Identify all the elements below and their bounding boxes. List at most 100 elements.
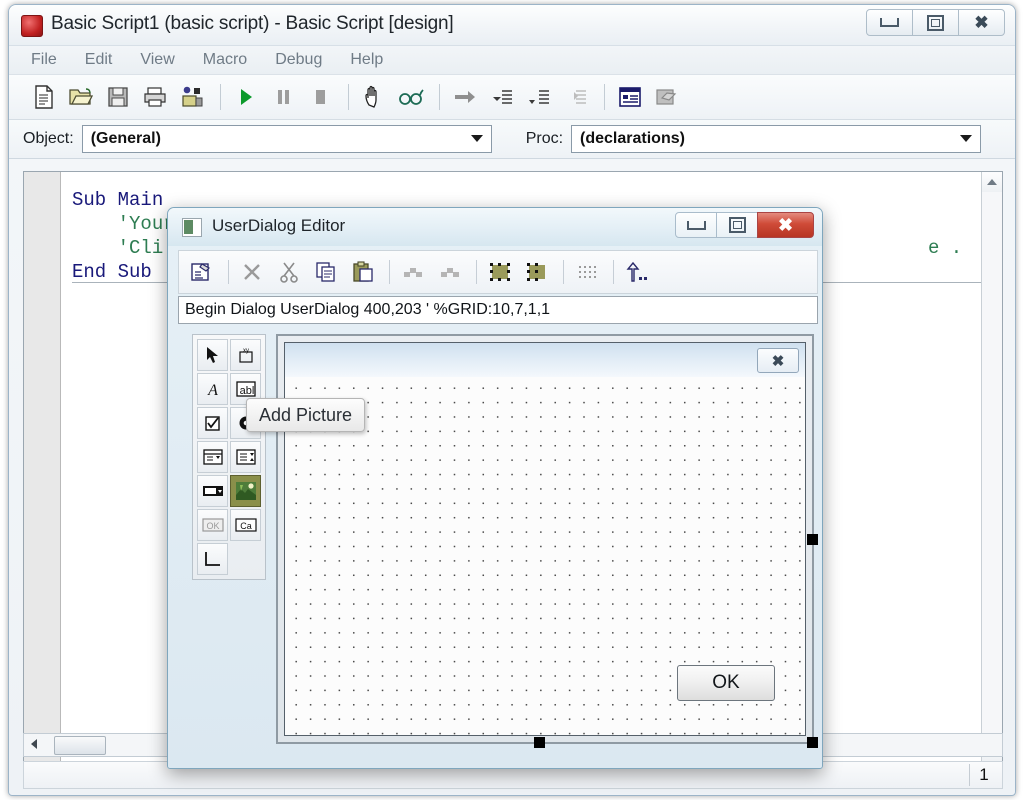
maximize-button[interactable] [912,9,959,36]
arrow-right-icon[interactable] [448,81,482,113]
object-label: Object: [23,130,74,147]
references-icon[interactable] [650,81,684,113]
userdialog-code-line[interactable]: Begin Dialog UserDialog 400,203 ' %GRID:… [178,296,818,324]
grid-icon[interactable] [570,256,604,288]
listbox-tool[interactable] [197,441,228,473]
edit-properties-icon[interactable] [185,256,219,288]
svg-text:xy: xy [243,348,249,354]
object-browser-icon[interactable] [175,81,209,113]
hand-icon[interactable] [357,81,391,113]
svg-text:Ca: Ca [240,521,252,531]
minimize-icon [880,18,899,27]
userdialog-toolbar [178,250,818,294]
new-file-icon[interactable] [27,81,61,113]
scroll-thumb[interactable] [54,736,106,755]
dialog-preview-titlebar: ✖ [285,343,805,377]
toolbar-separator [476,260,477,284]
menu-edit[interactable]: Edit [85,51,113,69]
toolbar-separator [439,84,440,110]
checkbox-tool[interactable] [197,407,228,439]
toolbar-separator [613,260,614,284]
run-icon[interactable] [229,81,263,113]
maximize-icon [927,14,944,31]
step-into-icon[interactable] [485,81,519,113]
close-icon: ✖ [777,215,794,235]
combobox-tool[interactable] [230,441,261,473]
menu-macro[interactable]: Macro [203,51,247,69]
scroll-up-button[interactable] [982,172,1002,192]
picture-tool[interactable] [230,475,261,507]
step-over-icon[interactable] [522,81,556,113]
proc-label: Proc: [525,130,564,147]
code-line-2: 'Your [72,213,175,235]
dialog-editor-icon[interactable] [613,81,647,113]
proc-combobox[interactable]: (declarations) [571,125,982,153]
chevron-down-icon [960,135,973,142]
align-right-icon[interactable] [520,256,554,288]
menu-file[interactable]: File [31,51,57,69]
toolbar-separator [389,260,390,284]
groupbox-tool[interactable] [197,543,228,575]
basic-script-app-icon [21,15,43,37]
svg-text:OK: OK [206,521,219,531]
menu-help[interactable]: Help [350,51,383,69]
userdialog-close-button[interactable]: ✖ [757,212,814,238]
toolbar-separator [563,260,564,284]
code-vertical-scrollbar[interactable] [981,172,1002,762]
dialog-design-canvas[interactable]: ✖ OK [276,334,818,748]
save-icon[interactable] [101,81,135,113]
chevron-down-icon [470,135,483,142]
userdialog-minimize-button[interactable] [675,212,717,238]
tab-order-icon[interactable] [620,256,654,288]
cut-icon[interactable] [272,256,306,288]
userdialog-title: UserDialog Editor [212,216,346,235]
cancelbutton-tool[interactable]: Ca [230,509,261,541]
copy-icon[interactable] [309,256,343,288]
undo-icon[interactable] [396,256,430,288]
toolbar-separator [220,84,221,110]
object-proc-bar: Object: (General) Proc: (declarations) [9,120,1015,159]
pause-icon[interactable] [266,81,300,113]
userdialog-window-controls: ✖ [675,212,814,238]
delete-icon[interactable] [235,256,269,288]
pointer-tool[interactable] [197,339,228,371]
redo-icon[interactable] [433,256,467,288]
ok-button[interactable]: OK [677,665,775,701]
proc-combobox-value: (declarations) [580,130,685,147]
resize-handle-bottom[interactable] [534,737,545,748]
code-line-1: Sub Main [72,189,164,211]
xy-position-tool[interactable]: xy [230,339,261,371]
resize-handle-right[interactable] [807,534,818,545]
basic-script-window: Basic Script1 (basic script) - Basic Scr… [8,4,1016,796]
close-button[interactable]: ✖ [958,9,1005,36]
userdialog-maximize-button[interactable] [716,212,758,238]
text-tool[interactable]: A [197,373,228,405]
step-out-icon[interactable] [559,81,593,113]
open-file-icon[interactable] [64,81,98,113]
palette-row: OK Ca [196,508,262,542]
stop-icon[interactable] [303,81,337,113]
menu-view[interactable]: View [140,51,174,69]
chevron-left-icon [31,739,37,749]
droplistbox-tool[interactable] [197,475,228,507]
main-toolbar [9,75,1015,120]
paste-icon[interactable] [346,256,380,288]
toolbar-separator [348,84,349,110]
resize-handle-bottom-right[interactable] [807,737,818,748]
scroll-left-button[interactable] [24,734,44,754]
glasses-icon[interactable] [394,81,428,113]
userdialog-titlebar: UserDialog Editor ✖ [168,208,822,246]
align-left-icon[interactable] [483,256,517,288]
okbutton-tool[interactable]: OK [197,509,228,541]
dialog-window-icon [182,218,202,237]
minimize-button[interactable] [866,9,913,36]
window-controls: ✖ [866,9,1005,36]
object-combobox[interactable]: (General) [81,125,492,153]
palette-row [196,440,262,474]
window-title: Basic Script1 (basic script) - Basic Scr… [51,13,454,34]
print-icon[interactable] [138,81,172,113]
dialog-preview-close-button[interactable]: ✖ [757,348,799,373]
chevron-up-icon [987,179,997,185]
code-line-3: 'Cli [72,237,164,259]
menu-debug[interactable]: Debug [275,51,322,69]
